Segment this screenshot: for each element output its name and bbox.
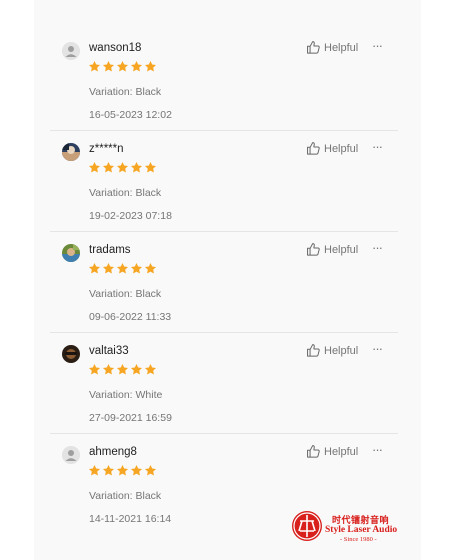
review-timestamp: 19-02-2023 07:18 [89, 210, 172, 222]
star-icon [144, 464, 157, 476]
more-options-icon[interactable]: ··· [372, 341, 386, 356]
star-icon [116, 464, 129, 476]
review-timestamp: 09-06-2022 11:33 [89, 311, 172, 323]
review-item: wanson18 Variation: Black 16-05-2023 12:… [50, 30, 398, 131]
review-timestamp: 27-09-2021 16:59 [89, 412, 172, 424]
helpful-label: Helpful [324, 142, 359, 155]
star-icon [130, 464, 143, 476]
review-timestamp: 14-11-2021 16:14 [89, 513, 172, 525]
review-timestamp: 16-05-2023 12:02 [89, 109, 172, 121]
reviewer-username: wanson18 [89, 42, 142, 54]
more-options-icon[interactable]: ··· [372, 442, 386, 457]
helpful-label: Helpful [324, 41, 359, 54]
watermark-logo-icon [292, 511, 322, 541]
star-icon [116, 262, 129, 274]
thumbs-up-icon [307, 142, 320, 155]
variation-text: Variation: White [89, 389, 163, 401]
thumbs-up-icon [307, 243, 320, 256]
helpful-label: Helpful [324, 243, 359, 256]
thumbs-up-icon [307, 445, 320, 458]
reviewer-username: valtai33 [89, 345, 129, 357]
review-item: z*****n Variation: Black 19-02-2023 07:1… [50, 131, 398, 232]
star-icon [102, 464, 115, 476]
photo-avatar [62, 143, 80, 161]
star-icon [102, 60, 115, 72]
star-icon [88, 464, 101, 476]
variation-text: Variation: Black [89, 490, 162, 502]
star-icon [130, 262, 143, 274]
star-icon [88, 161, 101, 173]
style-laser-audio-watermark: 时代镭射音响 Style Laser Audio - Since 1980 - [292, 511, 412, 547]
star-rating [88, 60, 157, 73]
star-icon [88, 60, 101, 72]
variation-text: Variation: Black [89, 288, 162, 300]
helpful-label: Helpful [324, 344, 359, 357]
default-user-icon [62, 42, 80, 60]
star-icon [102, 161, 115, 173]
thumbs-up-icon [307, 344, 320, 357]
star-icon [116, 363, 129, 375]
star-icon [144, 60, 157, 72]
reviewer-username: tradams [89, 244, 131, 256]
helpful-button[interactable]: Helpful [306, 141, 358, 156]
star-icon [130, 60, 143, 72]
star-icon [116, 161, 129, 173]
reviewer-username: ahmeng8 [89, 446, 137, 458]
star-rating [88, 262, 157, 275]
star-icon [144, 262, 157, 274]
star-icon [116, 60, 129, 72]
photo-avatar [62, 244, 80, 262]
watermark-since-text: - Since 1980 - [340, 536, 377, 543]
star-icon [88, 363, 101, 375]
helpful-button[interactable]: Helpful [306, 343, 358, 358]
helpful-button[interactable]: Helpful [306, 444, 358, 459]
thumbs-up-icon [307, 41, 320, 54]
default-user-icon [62, 446, 80, 464]
star-icon [144, 161, 157, 173]
review-item: tradams Variation: Black 09-06-2022 11:3… [50, 232, 398, 333]
more-options-icon[interactable]: ··· [372, 139, 386, 154]
more-options-icon[interactable]: ··· [372, 240, 386, 255]
star-icon [130, 363, 143, 375]
helpful-button[interactable]: Helpful [306, 40, 358, 55]
star-icon [130, 161, 143, 173]
star-icon [102, 262, 115, 274]
star-rating [88, 363, 157, 376]
star-rating [88, 464, 157, 477]
star-rating [88, 161, 157, 174]
review-item: valtai33 Variation: White 27-09-2021 16:… [50, 333, 398, 434]
star-icon [88, 262, 101, 274]
variation-text: Variation: Black [89, 187, 162, 199]
star-icon [102, 363, 115, 375]
photo-avatar [62, 345, 80, 363]
variation-text: Variation: Black [89, 86, 162, 98]
more-options-icon[interactable]: ··· [372, 38, 386, 53]
reviewer-username: z*****n [89, 143, 124, 155]
helpful-button[interactable]: Helpful [306, 242, 358, 257]
helpful-label: Helpful [324, 445, 359, 458]
star-icon [144, 363, 157, 375]
watermark-english-text: Style Laser Audio [325, 525, 398, 535]
